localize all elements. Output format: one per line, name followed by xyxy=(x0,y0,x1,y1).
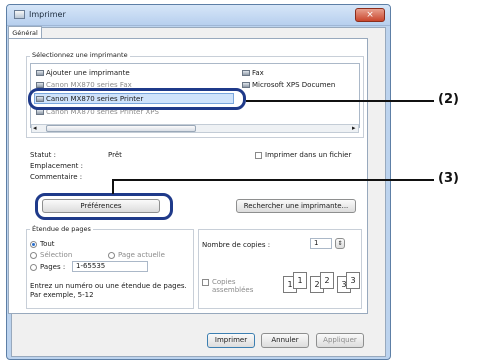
all-pages-radio[interactable] xyxy=(30,241,37,248)
printer-item-microsoft-xps[interactable]: Microsoft XPS Documen xyxy=(242,81,335,89)
printer-item-add[interactable]: Ajouter une imprimante xyxy=(36,69,130,77)
close-button[interactable]: × xyxy=(355,8,385,22)
print-to-file-checkbox[interactable] xyxy=(255,152,262,159)
scroll-left-icon[interactable]: ◂ xyxy=(33,124,37,132)
collate-page-icon: 3 xyxy=(346,272,360,289)
cancel-button[interactable]: Annuler xyxy=(261,333,309,348)
print-to-file-label: Imprimer dans un fichier xyxy=(265,151,352,159)
copies-spinner-button[interactable]: ⇕ xyxy=(335,238,345,249)
printer-group-legend: Sélectionnez une imprimante xyxy=(30,51,130,59)
collate-checkbox[interactable] xyxy=(202,279,209,286)
print-button[interactable]: Imprimer xyxy=(207,333,255,348)
window-title: Imprimer xyxy=(29,10,66,19)
printer-callout-label: (2) xyxy=(438,92,459,107)
scroll-right-icon[interactable]: ▸ xyxy=(352,124,356,132)
scrollbar-thumb[interactable] xyxy=(46,125,196,132)
comment-label: Commentaire : xyxy=(30,173,83,181)
copies-count-label: Nombre de copies : xyxy=(202,241,271,249)
status-value: Prêt xyxy=(108,151,122,159)
preferences-callout-outline xyxy=(35,193,173,220)
preferences-callout-line-v xyxy=(112,179,114,194)
selection-label: Sélection xyxy=(40,251,73,259)
fax-icon xyxy=(242,70,250,76)
printer-callout-line xyxy=(246,100,434,102)
current-page-label: Page actuelle xyxy=(118,251,165,259)
all-pages-label: Tout xyxy=(40,240,55,248)
pages-label: Pages : xyxy=(40,263,66,271)
printer-callout-outline xyxy=(28,88,246,110)
selection-radio[interactable] xyxy=(30,252,37,259)
collate-page-icon: 2 xyxy=(320,272,334,289)
current-page-radio[interactable] xyxy=(108,252,115,259)
apply-button[interactable]: Appliquer xyxy=(316,333,364,348)
copies-count-input[interactable]: 1 xyxy=(310,238,332,249)
status-label: Statut : xyxy=(30,151,56,159)
pages-input[interactable]: 1-65535 xyxy=(72,261,148,272)
page-range-hint: Entrez un numéro ou une étendue de pages… xyxy=(30,282,187,299)
printer-item-fax[interactable]: Fax xyxy=(242,69,264,77)
printer-item-label: Ajouter une imprimante xyxy=(46,69,130,77)
location-label: Emplacement : xyxy=(30,162,83,170)
pages-radio[interactable] xyxy=(30,264,37,271)
collate-page-icon: 1 xyxy=(293,272,307,289)
printer-item-label: Fax xyxy=(252,69,264,77)
preferences-callout-label: (3) xyxy=(438,171,459,186)
print-icon xyxy=(14,10,25,19)
page-range-legend: Étendue de pages xyxy=(30,225,93,233)
find-printer-button[interactable]: Rechercher une imprimante... xyxy=(236,199,356,213)
add-printer-icon xyxy=(36,70,44,76)
preferences-callout-line-h xyxy=(112,179,434,181)
printer-icon xyxy=(242,82,250,88)
collate-label: Copies assemblées xyxy=(212,278,254,294)
printer-item-label: Microsoft XPS Documen xyxy=(252,81,336,89)
